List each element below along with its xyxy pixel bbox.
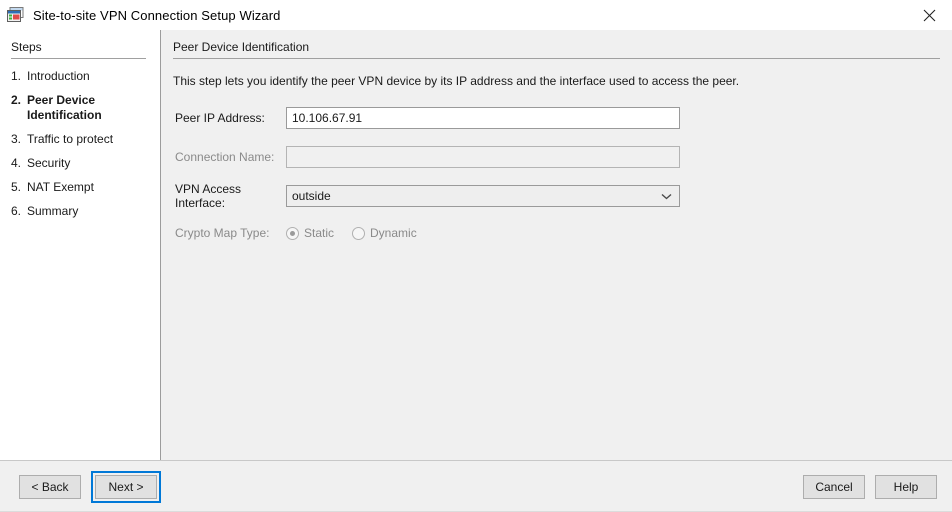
wizard-window: Site-to-site VPN Connection Setup Wizard… (0, 0, 952, 512)
steps-heading: Steps (11, 40, 146, 59)
crypto-map-type-static-label: Static (304, 226, 335, 240)
footer-left-buttons: < Back Next > (15, 470, 161, 503)
crypto-map-type-label: Crypto Map Type: (175, 226, 270, 240)
crypto-map-type-static-option: Static (286, 226, 334, 240)
wizard-content: Steps 1. Introduction 2. Peer Device Ide… (0, 30, 952, 460)
peer-ip-input[interactable] (286, 107, 680, 129)
step-number: 2. (11, 93, 22, 107)
radio-icon (352, 226, 366, 240)
next-button-wrap: Next > (91, 470, 161, 503)
cancel-button[interactable]: Cancel (803, 474, 865, 499)
step-label: Summary (27, 204, 79, 218)
back-button[interactable]: < Back (19, 474, 81, 499)
footer-right-buttons: Cancel Help (803, 474, 937, 499)
connection-name-label: Connection Name: (175, 150, 275, 164)
main-pane: Peer Device Identification This step let… (161, 30, 952, 460)
sidebar-item-nat-exempt[interactable]: 5. NAT Exempt (0, 180, 160, 195)
steps-sidebar: Steps 1. Introduction 2. Peer Device Ide… (0, 30, 161, 460)
vpn-access-interface-value: outside (292, 189, 331, 203)
vpn-access-interface-label: VPN Access Interface: (175, 182, 242, 210)
step-label: Security (27, 156, 71, 170)
close-icon[interactable] (906, 0, 952, 30)
help-button[interactable]: Help (875, 474, 937, 499)
crypto-map-type-dynamic-label: Dynamic (370, 226, 417, 240)
page-title: Peer Device Identification (173, 40, 940, 59)
sidebar-item-traffic-to-protect[interactable]: 3. Traffic to protect (0, 132, 160, 147)
step-number: 5. (11, 180, 22, 194)
sidebar-item-security[interactable]: 4. Security (0, 156, 160, 171)
sidebar-item-peer-device-identification[interactable]: 2. Peer Device Identification (0, 93, 160, 123)
steps-list: 1. Introduction 2. Peer Device Identific… (0, 59, 160, 219)
sidebar-item-introduction[interactable]: 1. Introduction (0, 69, 160, 84)
crypto-map-type-row: Crypto Map Type: Static Dynamic (173, 226, 940, 240)
step-label: Traffic to protect (27, 132, 114, 146)
step-label: NAT Exempt (27, 180, 94, 194)
peer-ip-label: Peer IP Address: (175, 111, 265, 125)
step-number: 3. (11, 132, 22, 146)
sidebar-item-summary[interactable]: 6. Summary (0, 204, 160, 219)
connection-name-input (286, 146, 680, 168)
crypto-map-type-dynamic-option: Dynamic (352, 226, 417, 240)
peer-ip-row: Peer IP Address: (173, 107, 940, 129)
window-title: Site-to-site VPN Connection Setup Wizard (33, 7, 281, 23)
step-number: 6. (11, 204, 22, 218)
connection-name-row: Connection Name: (173, 146, 940, 168)
back-button-wrap: < Back (15, 471, 85, 503)
vpn-access-interface-select[interactable]: outside (286, 185, 680, 207)
radio-icon (286, 226, 299, 240)
peer-device-form: Peer IP Address: Connection Name: VPN Ac… (173, 107, 940, 240)
step-number: 1. (11, 69, 22, 83)
step-label: Peer Device Identification (27, 93, 102, 122)
vpn-access-interface-row: VPN Access Interface: outside (173, 182, 940, 210)
step-number: 4. (11, 156, 22, 170)
chevron-down-icon (653, 186, 679, 206)
vpn-wizard-icon (7, 6, 25, 24)
step-label: Introduction (27, 69, 90, 83)
page-description: This step lets you identify the peer VPN… (173, 74, 740, 88)
title-bar: Site-to-site VPN Connection Setup Wizard (0, 0, 952, 30)
wizard-footer: < Back Next > Cancel Help (0, 460, 952, 512)
next-button[interactable]: Next > (95, 474, 157, 499)
